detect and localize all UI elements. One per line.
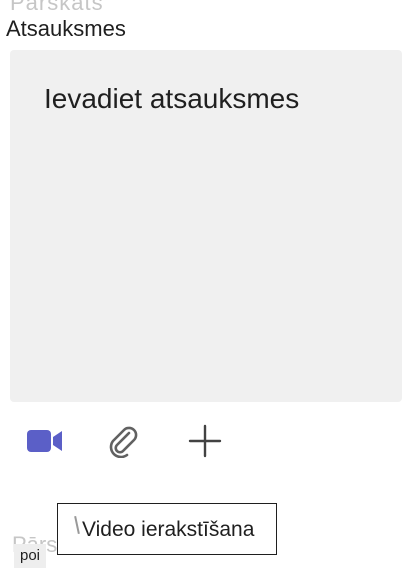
video-camera-icon — [27, 430, 62, 452]
plus-icon — [188, 424, 222, 458]
faded-header-text: Pārskats — [10, 0, 104, 15]
poi-chip: poi — [14, 544, 47, 568]
tooltip-text: Video ierakstīšana — [82, 518, 255, 541]
feedback-label: Atsauksmes — [6, 16, 126, 41]
feedback-placeholder: Ievadiet atsauksmes — [44, 83, 300, 114]
video-tooltip: Video ierakstīšana — [57, 503, 277, 555]
attach-file-button[interactable] — [100, 418, 146, 464]
paperclip-icon — [109, 426, 138, 458]
add-button[interactable] — [182, 418, 228, 464]
feedback-textarea[interactable]: Ievadiet atsauksmes — [10, 50, 402, 402]
feedback-panel: Pārskats Atsauksmes Ievadiet atsauksmes … — [0, 0, 404, 575]
cursor-mark — [74, 515, 80, 535]
attachment-toolbar — [18, 418, 318, 464]
record-video-button[interactable] — [22, 418, 68, 464]
